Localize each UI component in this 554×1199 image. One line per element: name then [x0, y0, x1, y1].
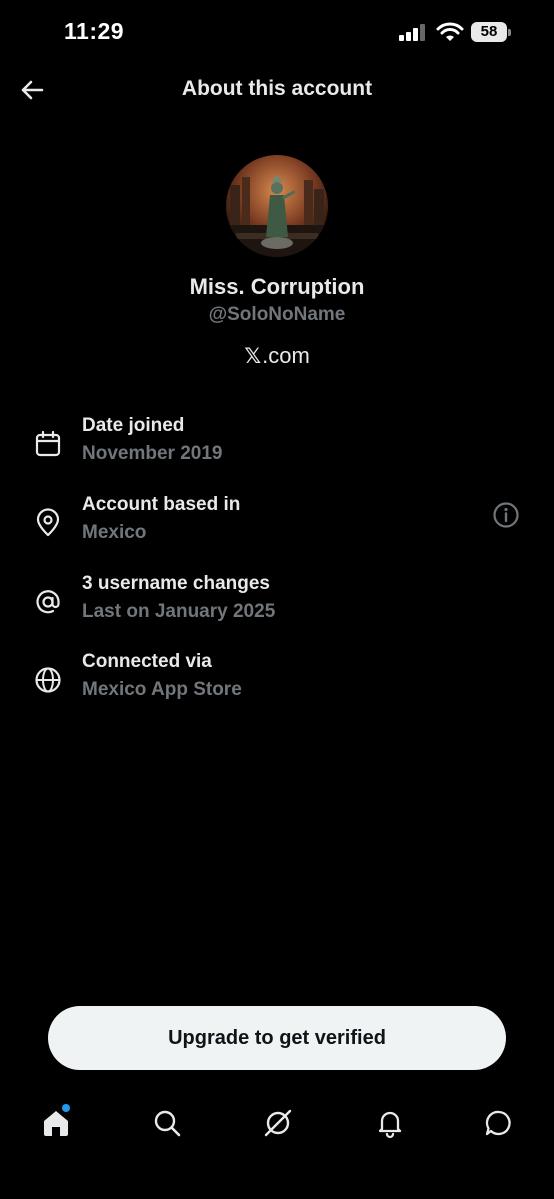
- info-value: Mexico: [82, 522, 147, 543]
- site-label: 𝕏.com: [0, 343, 554, 369]
- grok-icon[interactable]: [262, 1107, 294, 1139]
- display-name: Miss. Corruption: [189, 274, 365, 299]
- site-domain: .com: [262, 343, 310, 368]
- avatar[interactable]: [226, 155, 328, 257]
- page-title: About this account: [181, 77, 373, 100]
- x-logo-text: 𝕏: [244, 344, 262, 368]
- info-title: Connected via: [82, 651, 212, 672]
- upgrade-verified-button[interactable]: Upgrade to get verified: [48, 1006, 506, 1070]
- info-title: Account based in: [82, 494, 241, 515]
- info-value: Mexico App Store: [82, 679, 242, 700]
- search-icon[interactable]: [151, 1107, 183, 1139]
- info-title: 3 username changes: [82, 573, 270, 594]
- info-row-account-based-in: Account based in Mexico: [0, 494, 554, 556]
- info-row-connected-via: Connected via Mexico App Store: [0, 651, 554, 713]
- info-value: Last on January 2025: [82, 601, 276, 622]
- calendar-icon: [35, 430, 61, 457]
- username-handle: @SoloNoName: [208, 304, 346, 325]
- at-sign-icon: [36, 590, 60, 614]
- battery-indicator: 58: [471, 22, 507, 42]
- info-value: November 2019: [82, 443, 223, 464]
- status-time: 11:29: [64, 18, 125, 44]
- info-row-username-changes: 3 username changes Last on January 2025: [0, 573, 554, 635]
- globe-icon: [35, 667, 61, 693]
- battery-nub: [508, 29, 511, 36]
- notifications-icon[interactable]: [374, 1107, 406, 1139]
- cellular-signal-icon: [399, 24, 425, 41]
- messages-icon[interactable]: [483, 1107, 515, 1139]
- home-notification-dot: [62, 1104, 70, 1112]
- location-pin-icon: [36, 508, 60, 537]
- wifi-icon: [436, 22, 464, 41]
- info-icon[interactable]: [492, 501, 520, 529]
- info-title: Date joined: [82, 415, 185, 436]
- info-row-date-joined: Date joined November 2019: [0, 415, 554, 477]
